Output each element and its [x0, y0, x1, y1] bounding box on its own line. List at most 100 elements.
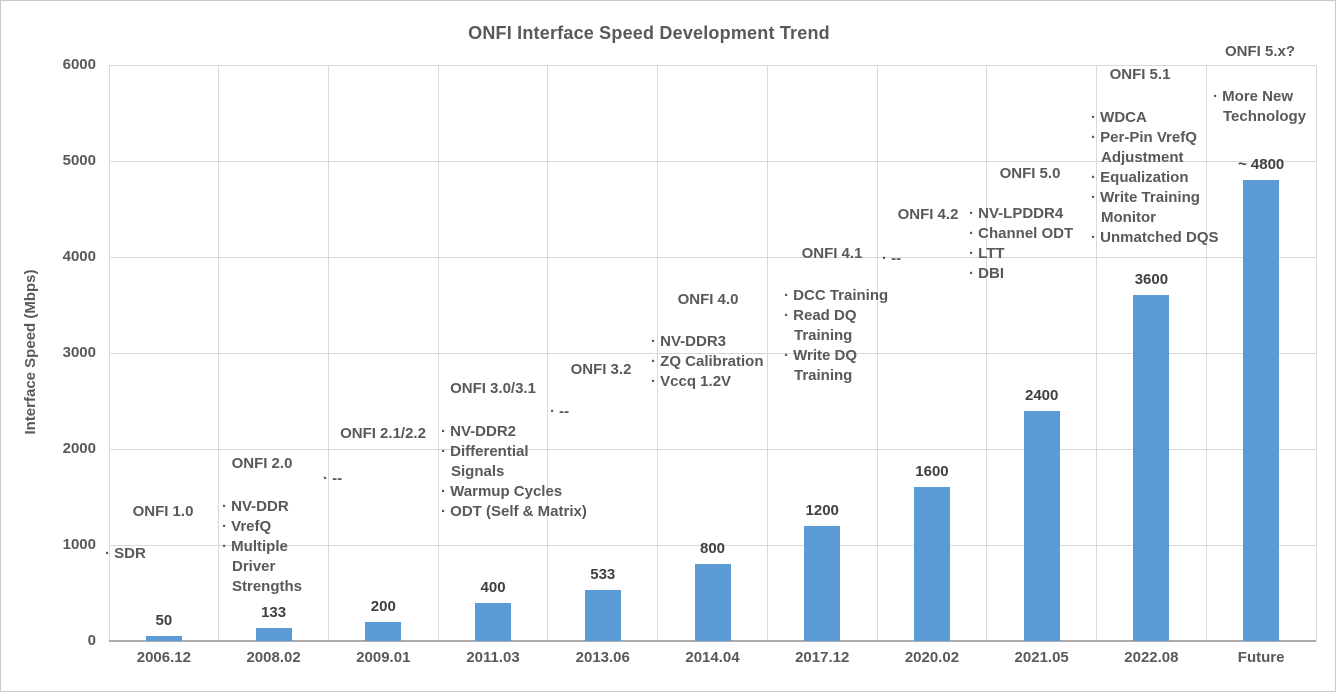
- annotation-feature-line: Signals: [441, 462, 587, 482]
- bar-value-label: 1600: [872, 462, 992, 482]
- annotation-title: ONFI 5.x?: [1160, 42, 1336, 62]
- annotation-feature-line: · ZQ Calibration: [651, 352, 764, 372]
- chart-canvas: ONFI Interface Speed Development Trend I…: [0, 0, 1336, 692]
- annotation-feature-line: · LTT: [969, 244, 1073, 264]
- annotation-title: ONFI 5.1: [1040, 65, 1240, 85]
- bar: [1024, 411, 1060, 641]
- annotation-feature-list: · More NewTechnology: [1213, 87, 1306, 127]
- bar: [475, 603, 511, 641]
- x-tick-label: 2006.12: [109, 649, 219, 667]
- bar-value-label: 50: [104, 611, 224, 631]
- x-tick-label: 2022.08: [1097, 649, 1207, 667]
- y-tick-label: 2000: [1, 439, 96, 459]
- annotation-feature-line: · VrefQ: [222, 517, 302, 537]
- annotation-title: ONFI 4.0: [608, 290, 808, 310]
- annotation-feature-list: · SDR: [105, 544, 146, 564]
- bar: [804, 526, 840, 641]
- y-tick-label: 1000: [1, 535, 96, 555]
- annotation-feature-line: · NV-DDR3: [651, 332, 764, 352]
- annotation-feature-line: · Warmup Cycles: [441, 482, 587, 502]
- x-tick-label: 2020.02: [877, 649, 987, 667]
- x-tick-label: 2014.04: [658, 649, 768, 667]
- annotation-title: ONFI 4.1: [732, 244, 932, 264]
- annotation-feature-line: · More New: [1213, 87, 1306, 107]
- bar: [695, 564, 731, 641]
- annotation-feature-line: · Write Training: [1091, 188, 1219, 208]
- y-tick-label: 6000: [1, 55, 96, 75]
- annotation-feature-line: · Multiple: [222, 537, 302, 557]
- bar-value-label: 3600: [1091, 270, 1211, 290]
- annotation-feature-line: · Unmatched DQS: [1091, 228, 1219, 248]
- bar-value-label: 200: [323, 597, 443, 617]
- annotation-title: ONFI 3.0/3.1: [393, 379, 593, 399]
- annotation-feature-list: · --: [550, 402, 569, 422]
- annotation-feature-line: Training: [784, 326, 888, 346]
- annotation-feature-line: · NV-DDR: [222, 497, 302, 517]
- annotation-feature-list: · NV-LPDDR4· Channel ODT· LTT· DBI: [969, 204, 1073, 284]
- annotation-feature-line: · WDCA: [1091, 108, 1219, 128]
- annotation-feature-line: Training: [784, 366, 888, 386]
- x-tick-label: 2009.01: [328, 649, 438, 667]
- bar: [1133, 295, 1169, 641]
- annotation-feature-line: · SDR: [105, 544, 146, 564]
- gridline-vertical: [438, 65, 439, 641]
- x-tick-label: 2021.05: [987, 649, 1097, 667]
- bar-value-label: 1200: [762, 501, 882, 521]
- bar: [256, 628, 292, 641]
- annotation-feature-line: Adjustment: [1091, 148, 1219, 168]
- annotation-feature-list: · NV-DDR3· ZQ Calibration· Vccq 1.2V: [651, 332, 764, 392]
- gridline-horizontal: [109, 257, 1316, 258]
- annotation-feature-line: · ODT (Self & Matrix): [441, 502, 587, 522]
- annotation-feature-list: · --: [882, 249, 901, 269]
- annotation-feature-list: · DCC Training· Read DQTraining· Write D…: [784, 286, 888, 386]
- annotation-feature-line: · DBI: [969, 264, 1073, 284]
- bar-value-label: 800: [653, 539, 773, 559]
- bar-value-label: 400: [433, 578, 553, 598]
- y-tick-label: 0: [1, 631, 96, 651]
- annotation-feature-line: · Read DQ: [784, 306, 888, 326]
- bar: [585, 590, 621, 641]
- bar-value-label: 533: [543, 565, 663, 585]
- annotation-feature-line: · Channel ODT: [969, 224, 1073, 244]
- annotation-feature-list: · WDCA· Per-Pin VrefQAdjustment· Equaliz…: [1091, 108, 1219, 248]
- annotation-feature-line: · NV-LPDDR4: [969, 204, 1073, 224]
- annotation-feature-line: Driver: [222, 557, 302, 577]
- annotation-feature-list: · NV-DDR2· DifferentialSignals· Warmup C…: [441, 422, 587, 522]
- bar: [146, 636, 182, 641]
- annotation-feature-line: · Vccq 1.2V: [651, 372, 764, 392]
- bar-value-label: ~ 4800: [1201, 155, 1321, 175]
- annotation-feature-list: · NV-DDR· VrefQ· MultipleDriverStrengths: [222, 497, 302, 597]
- bar: [365, 622, 401, 641]
- gridline-vertical: [547, 65, 548, 641]
- bar: [1243, 180, 1279, 641]
- gridline-vertical: [328, 65, 329, 641]
- annotation-feature-line: · Write DQ: [784, 346, 888, 366]
- bar-value-label: 2400: [982, 386, 1102, 406]
- y-tick-label: 4000: [1, 247, 96, 267]
- x-tick-label: Future: [1206, 649, 1316, 667]
- annotation-feature-line: · --: [882, 249, 901, 269]
- annotation-feature-line: · Per-Pin VrefQ: [1091, 128, 1219, 148]
- chart-title: ONFI Interface Speed Development Trend: [1, 23, 1297, 44]
- gridline-vertical: [986, 65, 987, 641]
- annotation-feature-list: · --: [323, 469, 342, 489]
- annotation-feature-line: Technology: [1213, 107, 1306, 127]
- annotation-feature-line: · DCC Training: [784, 286, 888, 306]
- y-tick-label: 5000: [1, 151, 96, 171]
- bar-value-label: 133: [214, 603, 334, 623]
- annotation-feature-line: · Equalization: [1091, 168, 1219, 188]
- annotation-feature-line: Strengths: [222, 577, 302, 597]
- annotation-feature-line: · NV-DDR2: [441, 422, 587, 442]
- annotation-feature-line: · Differential: [441, 442, 587, 462]
- x-tick-label: 2011.03: [438, 649, 548, 667]
- bar: [914, 487, 950, 641]
- gridline-vertical: [1316, 65, 1317, 641]
- annotation-feature-line: Monitor: [1091, 208, 1219, 228]
- x-tick-label: 2013.06: [548, 649, 658, 667]
- annotation-feature-line: · --: [550, 402, 569, 422]
- annotation-feature-line: · --: [323, 469, 342, 489]
- x-tick-label: 2017.12: [767, 649, 877, 667]
- y-tick-label: 3000: [1, 343, 96, 363]
- gridline-vertical: [218, 65, 219, 641]
- x-tick-label: 2008.02: [219, 649, 329, 667]
